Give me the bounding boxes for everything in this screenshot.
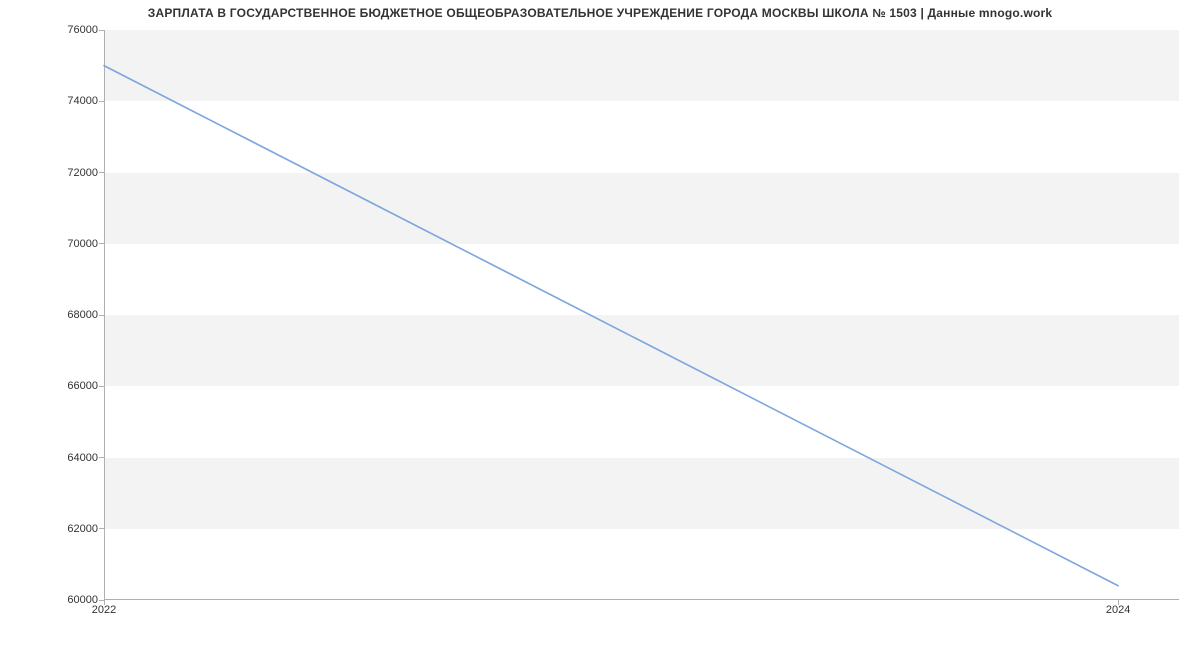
y-tick-label: 68000 (67, 309, 98, 321)
y-tick (99, 528, 104, 529)
y-tick-label: 74000 (67, 95, 98, 107)
plot-area (104, 30, 1179, 600)
y-tick (99, 172, 104, 173)
y-tick (99, 243, 104, 244)
y-tick-label: 76000 (67, 24, 98, 36)
y-tick-label: 64000 (67, 452, 98, 464)
y-tick-label: 72000 (67, 167, 98, 179)
line-layer (104, 30, 1179, 600)
chart-container: ЗАРПЛАТА В ГОСУДАРСТВЕННОЕ БЮДЖЕТНОЕ ОБЩ… (0, 0, 1200, 650)
y-tick-label: 66000 (67, 380, 98, 392)
x-tick-label: 2024 (1106, 604, 1130, 616)
x-tick-label: 2022 (92, 604, 116, 616)
y-tick (99, 315, 104, 316)
y-tick (99, 101, 104, 102)
y-tick (99, 30, 104, 31)
series-line (104, 66, 1118, 586)
y-tick (99, 386, 104, 387)
chart-title: ЗАРПЛАТА В ГОСУДАРСТВЕННОЕ БЮДЖЕТНОЕ ОБЩ… (0, 6, 1200, 20)
y-tick (99, 457, 104, 458)
y-tick-label: 70000 (67, 238, 98, 250)
y-tick-label: 62000 (67, 523, 98, 535)
